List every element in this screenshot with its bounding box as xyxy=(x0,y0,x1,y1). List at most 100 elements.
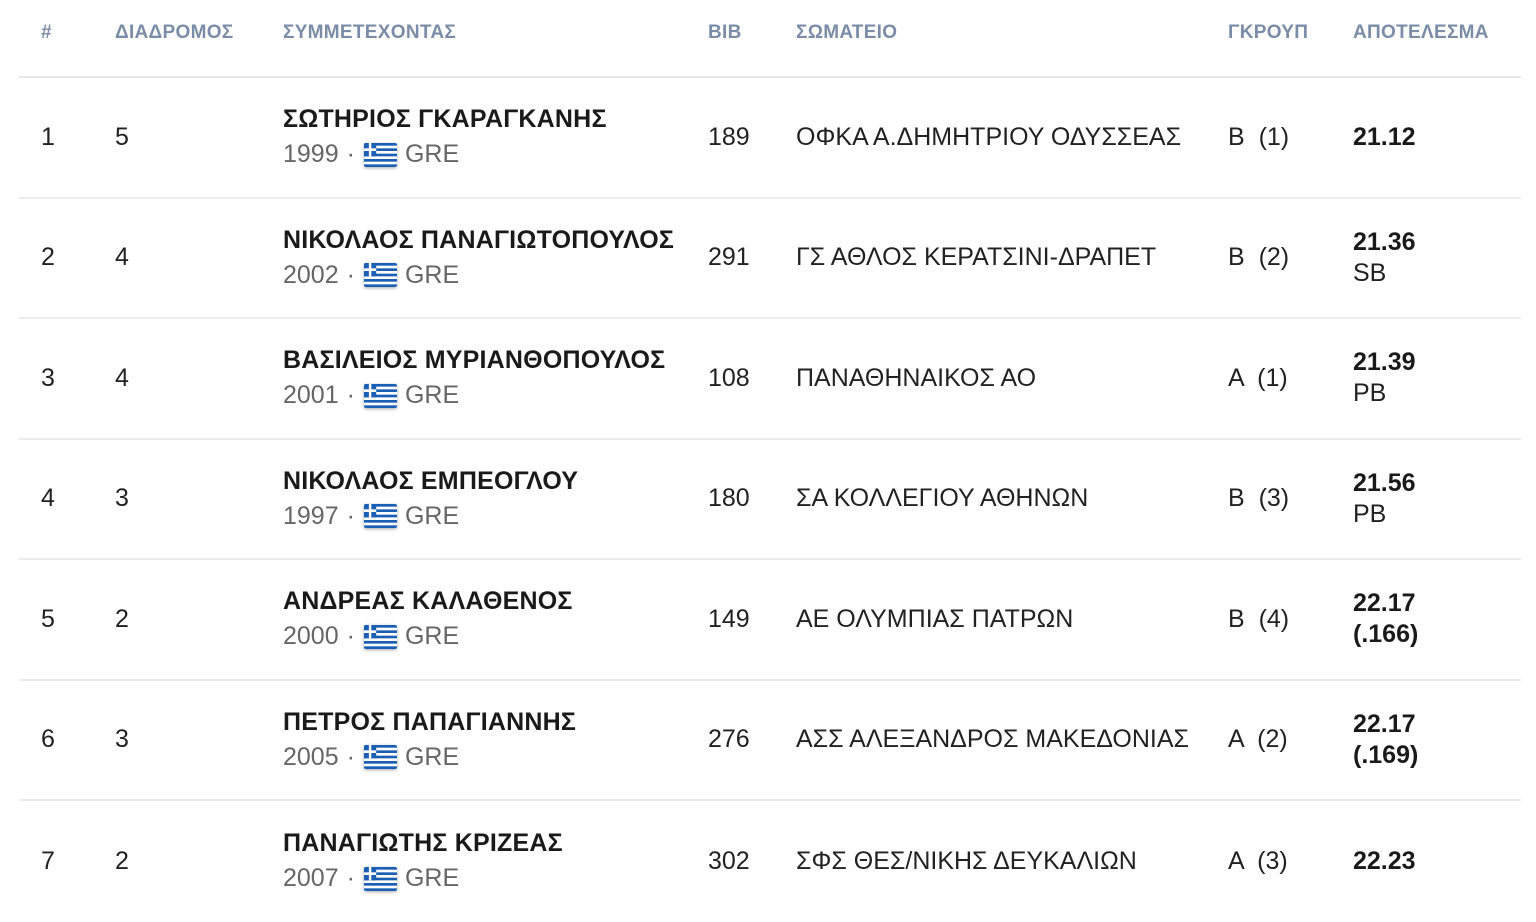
result-time: 22.23 xyxy=(1353,846,1416,875)
result-time: 22.17 xyxy=(1353,589,1416,618)
bib-value: 149 xyxy=(708,604,750,633)
group-value: Β (1) xyxy=(1228,122,1290,151)
result-note: SB xyxy=(1353,258,1387,287)
table-row[interactable]: 5 2 ΑΝΔΡΕΑΣ ΚΑΛΑΘΕΝΟΣ 2000 · GRE 149 ΑΕ … xyxy=(19,560,1521,681)
group-cell: Α (1) xyxy=(1228,319,1288,438)
rank-value: 7 xyxy=(41,846,55,875)
bib-cell: 189 xyxy=(708,78,750,197)
rank-cell: 6 xyxy=(41,681,55,800)
header-bib[interactable]: BIB xyxy=(708,22,742,44)
athlete-cell: ΑΝΔΡΕΑΣ ΚΑΛΑΘΕΝΟΣ 2000 · GRE xyxy=(283,560,573,679)
athlete-meta: 1997 · GRE xyxy=(283,502,578,531)
header-club[interactable]: ΣΩΜΑΤΕΙΟ xyxy=(796,22,897,44)
header-rank[interactable]: # xyxy=(41,22,52,44)
group-value: Β (2) xyxy=(1228,243,1290,272)
table-header: # ΔΙΑΔΡΟΜΟΣ ΣΥΜΜΕΤΕΧΟΝΤΑΣ BIB ΣΩΜΑΤΕΙΟ Γ… xyxy=(19,0,1521,78)
athlete-cell: ΒΑΣΙΛΕΙΟΣ ΜΥΡΙΑΝΘΟΠΟΥΛΟΣ 2001 · GRE xyxy=(283,319,665,438)
rank-value: 5 xyxy=(41,604,55,633)
group-value: Α (1) xyxy=(1228,363,1288,392)
table-row[interactable]: 6 3 ΠΕΤΡΟΣ ΠΑΠΑΓΙΑΝΝΗΣ 2005 · GRE 276 ΑΣ… xyxy=(19,681,1521,801)
athlete-name-link[interactable]: ΠΕΤΡΟΣ ΠΑΠΑΓΙΑΝΝΗΣ xyxy=(283,708,576,737)
result-cell: 22.23 xyxy=(1353,801,1416,922)
lane-value: 2 xyxy=(115,604,129,633)
rank-value: 6 xyxy=(41,725,55,754)
result-cell: 22.17 (.169) xyxy=(1353,681,1418,800)
group-cell: Β (4) xyxy=(1228,560,1289,679)
rank-cell: 3 xyxy=(41,319,55,438)
club-cell: ΑΕ ΟΛΥΜΠΙΑΣ ΠΑΤΡΩΝ xyxy=(796,560,1216,679)
result-time: 22.17 xyxy=(1353,709,1416,738)
club-cell: ΣΦΣ ΘΕΣ/ΝΙΚΗΣ ΔΕΥΚΑΛΙΩΝ xyxy=(796,801,1216,922)
group-value: Β (3) xyxy=(1228,484,1290,513)
athlete-name-link[interactable]: ΑΝΔΡΕΑΣ ΚΑΛΑΘΕΝΟΣ xyxy=(283,587,573,616)
header-lane[interactable]: ΔΙΑΔΡΟΜΟΣ xyxy=(115,22,233,44)
bib-cell: 276 xyxy=(708,681,750,800)
club-cell: ΣΑ ΚΟΛΛΕΓΙΟΥ ΑΘΗΝΩΝ xyxy=(796,440,1216,559)
athlete-name-link[interactable]: ΒΑΣΙΛΕΙΟΣ ΜΥΡΙΑΝΘΟΠΟΥΛΟΣ xyxy=(283,346,665,375)
birth-year: 2000 xyxy=(283,622,339,651)
rank-value: 4 xyxy=(41,484,55,513)
table-row[interactable]: 2 4 ΝΙΚΟΛΑΟΣ ΠΑΝΑΓΙΩΤΟΠΟΥΛΟΣ 2002 · GRE … xyxy=(19,199,1521,319)
nationality-code: GRE xyxy=(404,140,460,169)
greece-flag-icon xyxy=(363,504,397,529)
athlete-name-link[interactable]: ΝΙΚΟΛΑΟΣ ΠΑΝΑΓΙΩΤΟΠΟΥΛΟΣ xyxy=(283,226,674,255)
lane-cell: 5 xyxy=(115,78,129,197)
rank-value: 1 xyxy=(41,122,55,151)
rank-cell: 7 xyxy=(41,801,55,922)
greece-flag-icon xyxy=(363,263,397,288)
athlete-name-link[interactable]: ΝΙΚΟΛΑΟΣ ΕΜΠΕΟΓΛΟΥ xyxy=(283,467,578,496)
athlete-cell: ΠΑΝΑΓΙΩΤΗΣ ΚΡΙΖΕΑΣ 2007 · GRE xyxy=(283,801,563,922)
club-cell: ΑΣΣ ΑΛΕΞΑΝΔΡΟΣ ΜΑΚΕΔΟΝΙΑΣ xyxy=(796,681,1216,800)
bib-cell: 149 xyxy=(708,560,750,679)
group-cell: Β (3) xyxy=(1228,440,1289,559)
athlete-cell: ΠΕΤΡΟΣ ΠΑΠΑΓΙΑΝΝΗΣ 2005 · GRE xyxy=(283,681,576,800)
header-group[interactable]: ΓΚΡΟΥΠ xyxy=(1228,22,1308,44)
lane-value: 3 xyxy=(115,484,129,513)
nationality-code: GRE xyxy=(404,501,460,530)
bib-cell: 302 xyxy=(708,801,750,922)
bib-value: 180 xyxy=(708,484,750,513)
club-name: ΑΕ ΟΛΥΜΠΙΑΣ ΠΑΤΡΩΝ xyxy=(796,604,1074,633)
table-row[interactable]: 4 3 ΝΙΚΟΛΑΟΣ ΕΜΠΕΟΓΛΟΥ 1997 · GRE 180 ΣΑ… xyxy=(19,440,1521,560)
bib-value: 302 xyxy=(708,846,750,875)
group-cell: Β (1) xyxy=(1228,78,1289,197)
lane-value: 4 xyxy=(115,363,129,392)
result-cell: 21.39 PB xyxy=(1353,319,1416,438)
lane-cell: 3 xyxy=(115,440,129,559)
athlete-name-link[interactable]: ΣΩΤΗΡΙΟΣ ΓΚΑΡΑΓΚΑΝΗΣ xyxy=(283,105,607,134)
greece-flag-icon xyxy=(363,142,397,167)
table-body: 1 5 ΣΩΤΗΡΙΟΣ ΓΚΑΡΑΓΚΑΝΗΣ 1999 · GRE 189 … xyxy=(19,78,1521,922)
lane-value: 4 xyxy=(115,243,129,272)
club-cell: ΠΑΝΑΘΗΝΑΙΚΟΣ ΑΟ xyxy=(796,319,1216,438)
rank-value: 2 xyxy=(41,243,55,272)
result-note: PB xyxy=(1353,499,1387,528)
bib-cell: 291 xyxy=(708,199,750,318)
athlete-meta: 2001 · GRE xyxy=(283,381,665,410)
bib-value: 189 xyxy=(708,122,750,151)
separator-dot: · xyxy=(346,864,355,893)
result-time: 21.56 xyxy=(1353,468,1416,497)
greece-flag-icon xyxy=(363,866,397,891)
result-note: PB xyxy=(1353,379,1387,408)
separator-dot: · xyxy=(346,381,355,410)
table-row[interactable]: 1 5 ΣΩΤΗΡΙΟΣ ΓΚΑΡΑΓΚΑΝΗΣ 1999 · GRE 189 … xyxy=(19,78,1521,199)
table-row[interactable]: 3 4 ΒΑΣΙΛΕΙΟΣ ΜΥΡΙΑΝΘΟΠΟΥΛΟΣ 2001 · GRE … xyxy=(19,319,1521,440)
lane-value: 2 xyxy=(115,846,129,875)
bib-cell: 180 xyxy=(708,440,750,559)
lane-cell: 4 xyxy=(115,199,129,318)
group-cell: Β (2) xyxy=(1228,199,1289,318)
table-row[interactable]: 7 2 ΠΑΝΑΓΙΩΤΗΣ ΚΡΙΖΕΑΣ 2007 · GRE 302 ΣΦ… xyxy=(19,801,1521,922)
bib-value: 291 xyxy=(708,243,750,272)
result-time: 21.39 xyxy=(1353,348,1416,377)
group-cell: Α (2) xyxy=(1228,681,1288,800)
lane-cell: 4 xyxy=(115,319,129,438)
header-result[interactable]: ΑΠΟΤΕΛΕΣΜΑ xyxy=(1353,22,1489,44)
lane-cell: 2 xyxy=(115,801,129,922)
header-athlete[interactable]: ΣΥΜΜΕΤΕΧΟΝΤΑΣ xyxy=(283,22,456,44)
rank-cell: 1 xyxy=(41,78,55,197)
rank-cell: 5 xyxy=(41,560,55,679)
result-note: (.169) xyxy=(1353,740,1419,769)
club-name: ΟΦΚΑ Α.ΔΗΜΗΤΡΙΟΥ ΟΔΥΣΣΕΑΣ xyxy=(796,122,1182,151)
nationality-code: GRE xyxy=(404,381,460,410)
athlete-name-link[interactable]: ΠΑΝΑΓΙΩΤΗΣ ΚΡΙΖΕΑΣ xyxy=(283,829,563,858)
